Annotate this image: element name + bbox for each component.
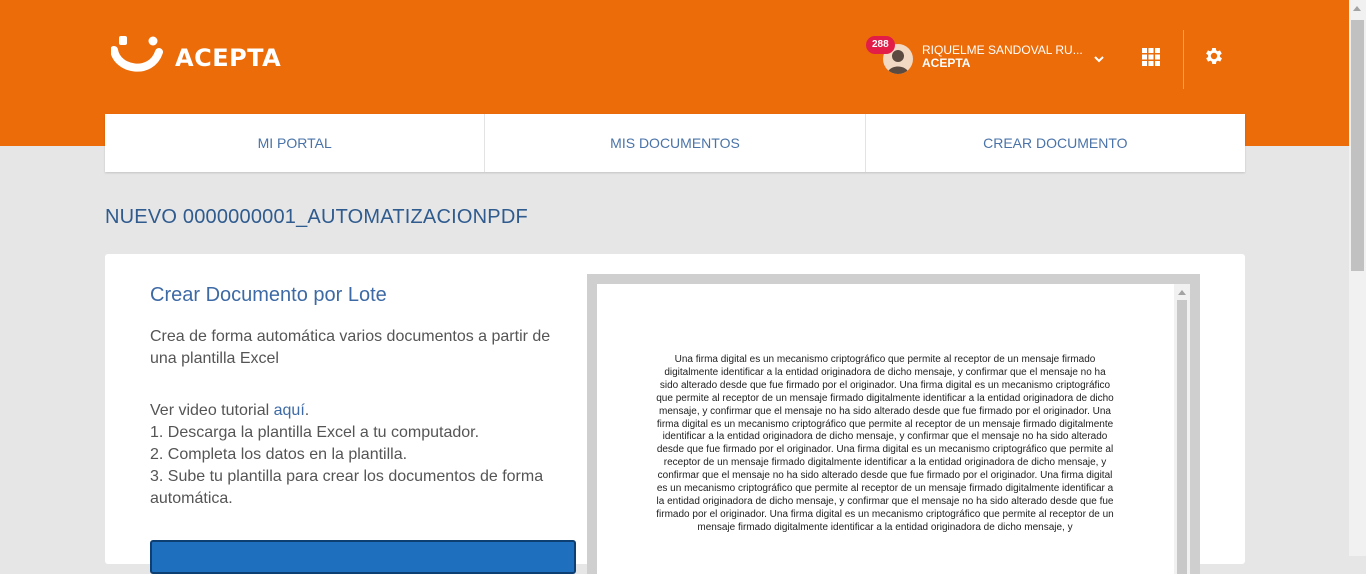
brand-name: ACEPTA bbox=[175, 44, 282, 72]
step-2: 2. Completa los datos en la plantilla. bbox=[150, 446, 408, 463]
notification-badge[interactable]: 288 bbox=[866, 36, 895, 54]
upload-template-button[interactable] bbox=[150, 540, 576, 574]
gear-icon[interactable] bbox=[1203, 45, 1225, 67]
page-scrollbar[interactable] bbox=[1349, 0, 1366, 556]
pdf-page: Una firma digital es un mecanismo cripto… bbox=[597, 284, 1174, 574]
pdf-scrollbar-thumb[interactable] bbox=[1177, 300, 1187, 574]
card-description: Crea de forma automática varios document… bbox=[150, 328, 551, 367]
acepta-logo-icon bbox=[111, 36, 163, 72]
chevron-down-icon[interactable] bbox=[1092, 52, 1106, 66]
pdf-scrollbar[interactable] bbox=[1174, 284, 1190, 574]
tutorial-line: Ver video tutorial aquí. bbox=[150, 402, 310, 419]
scrollbar-thumb[interactable] bbox=[1351, 20, 1364, 271]
user-menu[interactable]: 288 RIQUELME SANDOVAL RU... ACEPTA bbox=[866, 36, 1110, 80]
tab-crear-documento[interactable]: CREAR DOCUMENTO bbox=[866, 114, 1245, 172]
scroll-up-arrow-icon[interactable] bbox=[1353, 6, 1361, 11]
pdf-scroll-up-icon[interactable] bbox=[1178, 290, 1186, 295]
batch-create-card: Crear Documento por Lote Crea de forma a… bbox=[105, 254, 1245, 574]
instructions: Ver video tutorial aquí. 1. Descarga la … bbox=[150, 400, 570, 510]
main-nav: MI PORTAL MIS DOCUMENTOS CREAR DOCUMENTO bbox=[105, 114, 1245, 172]
pdf-body-text: Una firma digital es un mecanismo cripto… bbox=[656, 354, 1114, 533]
header-divider bbox=[1183, 30, 1184, 89]
tutorial-link[interactable]: aquí bbox=[274, 402, 305, 419]
tab-mi-portal[interactable]: MI PORTAL bbox=[105, 114, 486, 172]
page-title: NUEVO 0000000001_AUTOMATIZACIONPDF bbox=[105, 206, 528, 228]
acepta-logo[interactable]: ACEPTA bbox=[111, 36, 281, 80]
step-1: 1. Descarga la plantilla Excel a tu comp… bbox=[150, 424, 480, 441]
card-title: Crear Documento por Lote bbox=[150, 284, 387, 306]
user-organization: ACEPTA bbox=[922, 56, 971, 70]
step-3: 3. Sube tu plantilla para crear los docu… bbox=[150, 468, 544, 507]
tab-mis-documentos[interactable]: MIS DOCUMENTOS bbox=[485, 114, 866, 172]
apps-grid-icon[interactable] bbox=[1142, 48, 1160, 66]
pdf-preview: Una firma digital es un mecanismo cripto… bbox=[587, 274, 1200, 574]
